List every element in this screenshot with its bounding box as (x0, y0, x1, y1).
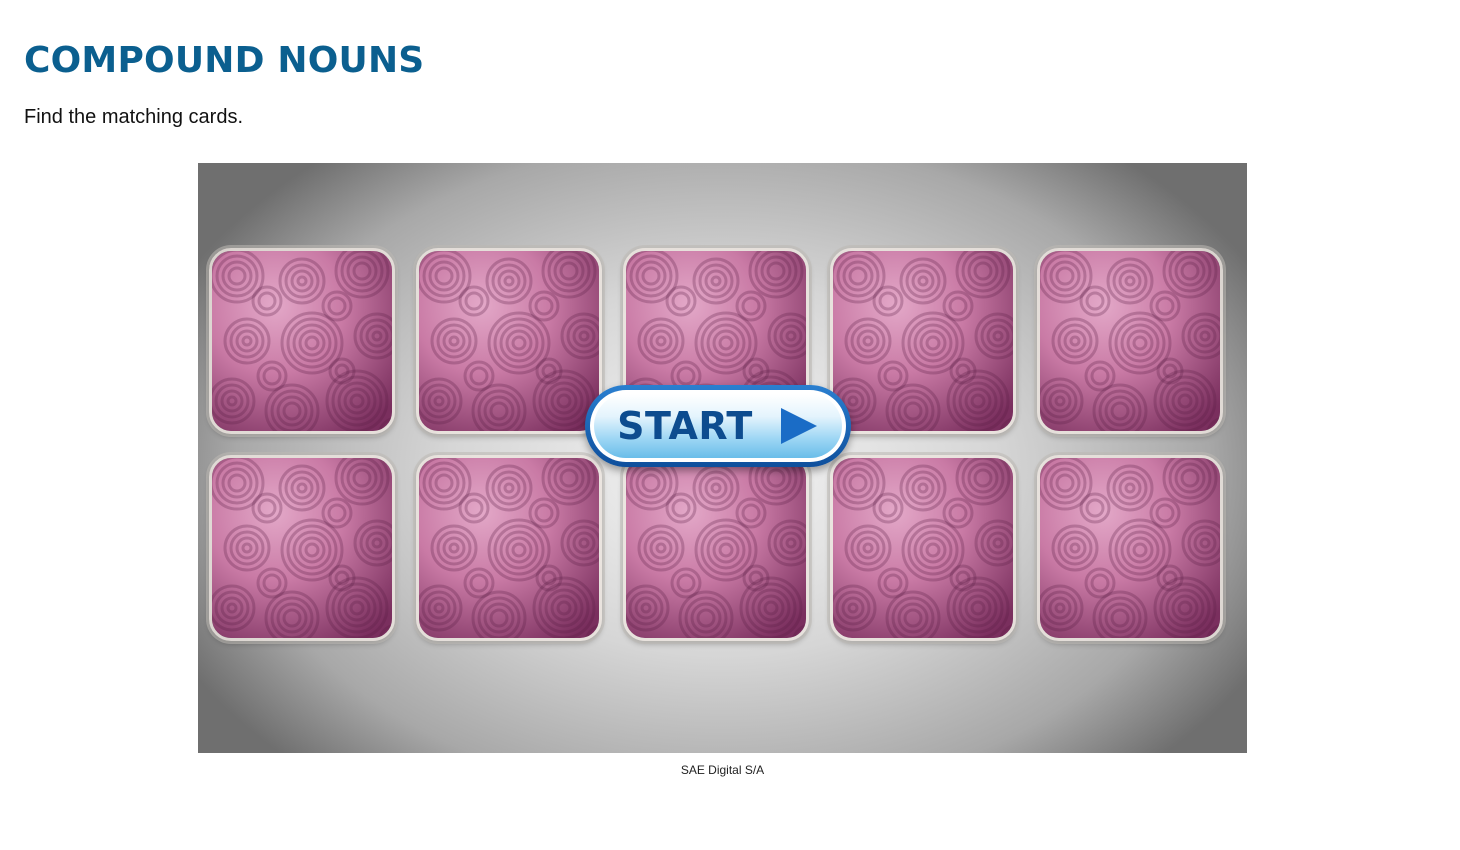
card-back-pattern (833, 458, 1013, 638)
card-back-pattern (212, 458, 392, 638)
memory-card[interactable] (416, 455, 602, 641)
memory-card[interactable] (1037, 248, 1223, 434)
card-back-pattern (1040, 458, 1220, 638)
memory-card[interactable] (623, 455, 809, 641)
image-credit: SAE Digital S/A (680, 763, 765, 777)
card-back-pattern (626, 458, 806, 638)
start-label: START (617, 404, 753, 448)
card-back-pattern (419, 251, 599, 431)
memory-game-frame: START (198, 163, 1247, 753)
start-button-border: START (590, 390, 846, 462)
card-back-pattern (419, 458, 599, 638)
memory-card[interactable] (830, 248, 1016, 434)
memory-card[interactable] (1037, 455, 1223, 641)
memory-card[interactable] (416, 248, 602, 434)
page-title: COMPOUND NOUNS (24, 40, 425, 81)
card-back-pattern (1040, 251, 1220, 431)
start-button-face: START (594, 394, 842, 458)
memory-card[interactable] (209, 248, 395, 434)
play-icon (780, 408, 817, 444)
card-back-pattern (212, 251, 392, 431)
card-back-pattern (833, 251, 1013, 431)
memory-card[interactable] (830, 455, 1016, 641)
start-button[interactable]: START (585, 385, 851, 467)
memory-card[interactable] (209, 455, 395, 641)
instructions-text: Find the matching cards. (24, 106, 243, 128)
